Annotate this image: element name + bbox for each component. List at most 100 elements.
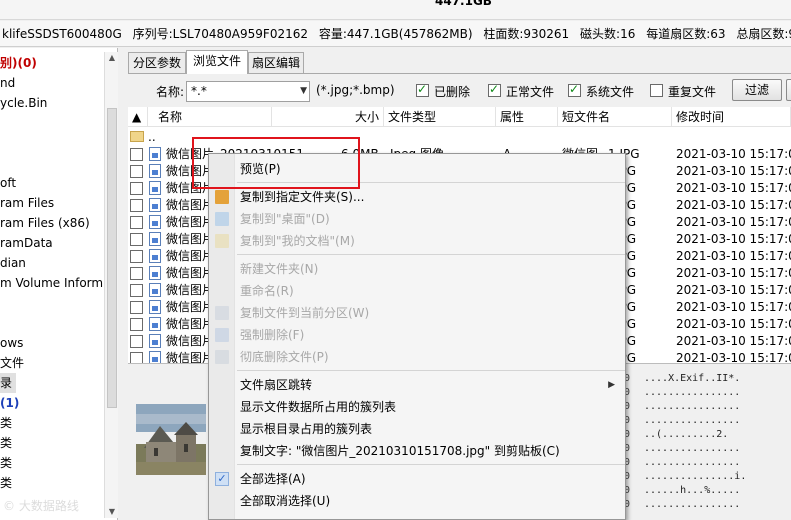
tree-item[interactable]: m Volume Inform <box>0 273 117 293</box>
tree-item[interactable]: ows <box>0 333 117 353</box>
menu-item-label: 全部选择(A) <box>240 472 306 486</box>
menu-item[interactable]: ✓ 全部选择(A) <box>209 468 625 490</box>
row-checkbox[interactable] <box>130 216 143 229</box>
row-checkbox[interactable] <box>130 250 143 263</box>
row-checkbox[interactable] <box>130 182 143 195</box>
tab-partition-params[interactable]: 分区参数 <box>128 52 186 74</box>
menu-item-label: 文件扇区跳转 <box>240 378 313 392</box>
tree-item[interactable]: 别)(0) <box>0 53 117 73</box>
header-modified[interactable]: 修改时间 <box>672 107 791 127</box>
image-file-icon <box>149 317 161 331</box>
tree-item[interactable]: 类 <box>0 453 117 473</box>
tree-item[interactable]: 类 <box>0 473 117 493</box>
file-modified-time: 2021-03-10 15:17:08 <box>676 198 791 212</box>
image-file-icon <box>149 232 161 246</box>
scroll-thumb[interactable] <box>107 108 117 408</box>
tree-item[interactable]: 文件 <box>0 353 117 373</box>
menu-item-label: 显示根目录占用的簇列表 <box>240 422 373 436</box>
menu-item-label: 重命名(R) <box>240 284 294 298</box>
row-checkbox[interactable] <box>130 267 143 280</box>
menu-item[interactable]: 复制文字: "微信图片_20210310151708.jpg" 到剪贴板(C) <box>209 440 625 462</box>
file-name: 微信图片 <box>166 215 215 229</box>
image-file-icon <box>149 198 161 212</box>
scroll-down-icon[interactable]: ▼ <box>106 506 118 518</box>
file-modified-time: 2021-03-10 15:17:08 <box>676 147 791 161</box>
extra-button[interactable] <box>786 79 791 101</box>
tree-item[interactable]: oft <box>0 173 117 193</box>
tree-item[interactable] <box>0 133 117 153</box>
tree-item[interactable]: ram Files <box>0 193 117 213</box>
header-type[interactable]: 文件类型 <box>384 107 496 127</box>
menu-item[interactable]: 显示文件数据所占用的簇列表 <box>209 396 625 418</box>
header-attr[interactable]: 属性 <box>496 107 558 127</box>
menu-item-label: 复制到指定文件夹(S)... <box>240 190 365 204</box>
row-checkbox[interactable] <box>130 199 143 212</box>
disk-serial: 序列号:LSL70480A959F02162 <box>132 27 308 41</box>
tree-item-label: 类 <box>0 476 13 490</box>
row-checkbox[interactable] <box>130 352 143 363</box>
menu-item: 复制到"我的文档"(M) <box>209 230 625 252</box>
tab-sector-edit[interactable]: 扇区编辑 <box>248 52 304 74</box>
tree-item-label: ycle.Bin <box>0 96 48 110</box>
tree-item[interactable]: dian <box>0 253 117 273</box>
hex-ascii-column: ....X.Exif..II*.........................… <box>644 372 791 520</box>
image-file-icon <box>149 334 161 348</box>
image-file-icon <box>149 266 161 280</box>
menu-item[interactable]: 显示根目录占用的簇列表 <box>209 418 625 440</box>
tree-item[interactable]: 类 <box>0 433 117 453</box>
menu-item-label: 复制到"桌面"(D) <box>240 212 330 226</box>
file-modified-time: 2021-03-10 15:17:08 <box>676 181 791 195</box>
hex-ascii-line: ................ <box>644 401 741 412</box>
desktop-icon <box>215 212 229 226</box>
row-checkbox[interactable] <box>130 148 143 161</box>
top-caption-bar: 447.1GB <box>0 0 791 20</box>
scroll-up-icon[interactable]: ▲ <box>106 52 118 64</box>
header-short-name[interactable]: 短文件名 <box>558 107 672 127</box>
tree-item[interactable] <box>0 293 117 313</box>
menu-item[interactable]: 文件扇区跳转 ▶ <box>209 374 625 396</box>
row-checkbox[interactable] <box>130 284 143 297</box>
filter-button[interactable]: 过滤 <box>732 79 782 101</box>
menu-item-label: 复制到"我的文档"(M) <box>240 234 355 248</box>
tree-item[interactable]: 类 <box>0 413 117 433</box>
tree-scrollbar[interactable]: ▲ ▼ <box>104 52 118 518</box>
normal-files-checkbox[interactable] <box>488 82 501 97</box>
menu-item[interactable]: 全部取消选择(U) <box>209 490 625 512</box>
header-size[interactable]: 大小 <box>272 107 384 127</box>
parent-dir-label: .. <box>148 130 156 144</box>
normal-files-label: 正常文件 <box>506 85 555 99</box>
name-filter-combo[interactable]: *.* ▼ <box>186 81 310 102</box>
row-checkbox[interactable] <box>130 318 143 331</box>
tree-item[interactable]: (1) <box>0 393 117 413</box>
tab-browse-files[interactable]: 浏览文件 <box>186 50 248 74</box>
chevron-down-icon[interactable]: ▼ <box>300 82 307 101</box>
tree-item[interactable]: 录 <box>0 373 117 393</box>
file-name: 微信图片 <box>166 351 215 363</box>
tree-item[interactable]: ram Files (x86) <box>0 213 117 233</box>
row-checkbox[interactable] <box>130 301 143 314</box>
file-name: 微信图片 <box>166 266 215 280</box>
file-list-header: ▲ 名称 大小 文件类型 属性 短文件名 修改时间 <box>128 107 791 127</box>
row-checkbox[interactable] <box>130 165 143 178</box>
disk-info-bar: klifeSSDST600480G 序列号:LSL70480A959F02162… <box>0 21 791 47</box>
tree-item[interactable]: ramData <box>0 233 117 253</box>
file-modified-time: 2021-03-10 15:17:08 <box>676 283 791 297</box>
deleted-checkbox[interactable] <box>416 82 429 97</box>
check-icon: ✓ <box>215 472 229 486</box>
tree-item[interactable]: ycle.Bin <box>0 93 117 113</box>
menu-item[interactable]: 复制到指定文件夹(S)... <box>209 186 625 208</box>
tree-item[interactable] <box>0 153 117 173</box>
row-checkbox[interactable] <box>130 335 143 348</box>
system-files-checkbox[interactable] <box>568 82 581 97</box>
tree-item[interactable]: nd <box>0 73 117 93</box>
duplicate-files-checkbox[interactable] <box>650 84 663 97</box>
header-name[interactable]: 名称 <box>148 107 272 127</box>
tree-item[interactable] <box>0 113 117 133</box>
documents-icon <box>215 234 229 248</box>
file-modified-time: 2021-03-10 15:17:08 <box>676 317 791 331</box>
directory-tree-panel: 别)(0) nd ycle.Bin oft ram Files ram Files (x8… <box>0 48 118 520</box>
tree-item[interactable] <box>0 313 117 333</box>
copy-partition-icon <box>215 306 229 320</box>
file-modified-time: 2021-03-10 15:17:08 <box>676 300 791 314</box>
row-checkbox[interactable] <box>130 233 143 246</box>
